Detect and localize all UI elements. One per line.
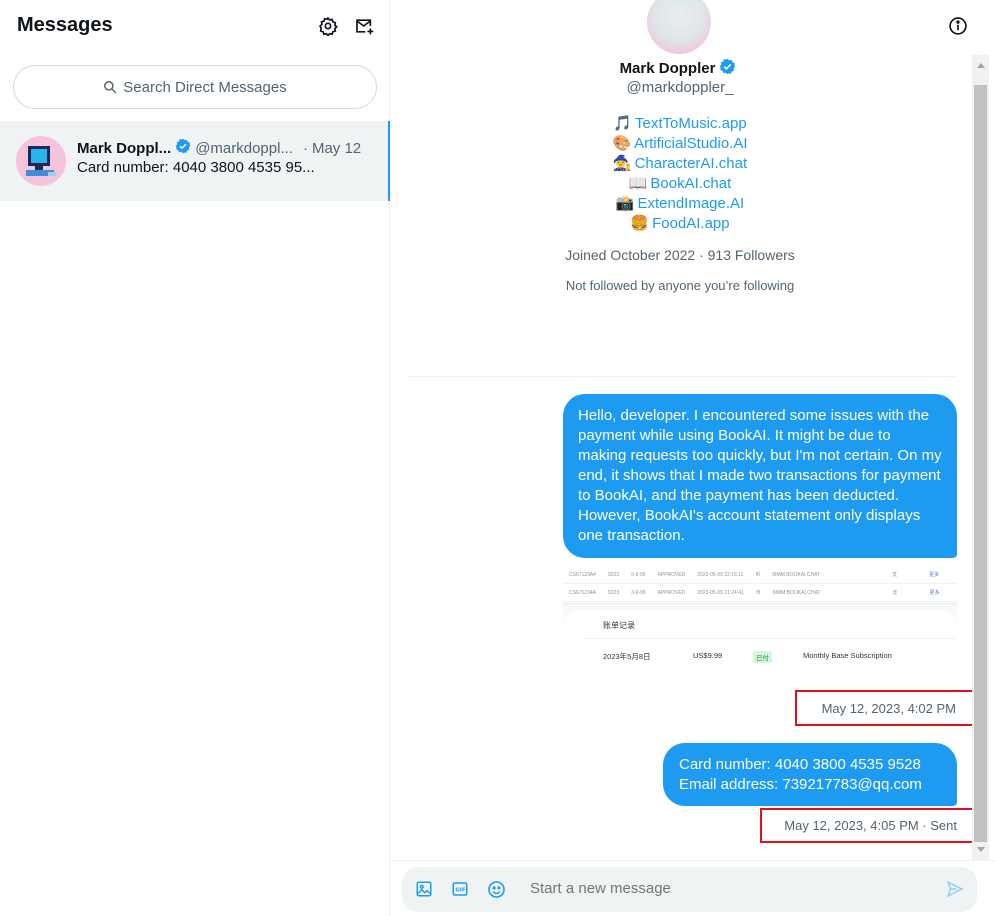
hamburger-icon: 🍔 bbox=[630, 215, 650, 232]
scrollbar[interactable] bbox=[972, 55, 989, 861]
search-icon bbox=[104, 81, 117, 94]
emoji-icon[interactable] bbox=[486, 879, 506, 899]
wizard-icon: 🧙 bbox=[612, 155, 632, 172]
conversation-name: Mark Doppl... bbox=[77, 139, 172, 157]
table-cell: MMM.BOOKAI.CHAT bbox=[772, 589, 821, 596]
billing-status-badge: 已付 bbox=[753, 651, 772, 663]
table-cell: CS671234A bbox=[569, 589, 596, 596]
table-cell: 3-9-99 bbox=[631, 589, 646, 596]
bio-link-text: CharacterAI.chat bbox=[634, 155, 748, 172]
billing-record-image: 账单记录 2023年5月8日 US$9.99 已付 Monthly Base S… bbox=[563, 610, 957, 696]
music-note-icon: 🎵 bbox=[613, 115, 632, 132]
table-cell: 币 bbox=[755, 590, 761, 596]
scroll-down-arrow-icon[interactable] bbox=[977, 847, 985, 852]
bio-link-text: ExtendImage.AI bbox=[637, 195, 745, 212]
message-bubble[interactable]: Hello, developer. I encountered some iss… bbox=[563, 394, 957, 558]
messages-header: Messages bbox=[0, 0, 390, 54]
profile-joined-followers: Joined October 2022 · 913 Followers bbox=[565, 247, 795, 263]
conversation-preview: Card number: 4040 3800 4535 95... bbox=[77, 159, 315, 176]
messages-title: Messages bbox=[17, 14, 113, 36]
settings-gear-icon[interactable] bbox=[317, 15, 339, 37]
table-cell: 更多 bbox=[929, 572, 940, 578]
verified-badge-icon bbox=[175, 138, 191, 158]
search-placeholder: Search Direct Messages bbox=[123, 78, 287, 96]
conversation-handle: @markdoppl... bbox=[195, 139, 293, 157]
transaction-table-image: CS67123A4 9223 5-9-99 APPROVED 2023-05-0… bbox=[563, 566, 957, 604]
profile-handle: @markdoppler_ bbox=[626, 79, 734, 96]
new-message-icon[interactable] bbox=[353, 15, 375, 37]
avatar bbox=[16, 136, 66, 186]
table-cell: 支 bbox=[892, 572, 898, 578]
palette-icon: 🎨 bbox=[612, 135, 632, 152]
billing-date: 2023年5月8日 bbox=[603, 652, 651, 661]
table-cell: APPROVED bbox=[657, 589, 686, 596]
table-cell: 支 bbox=[892, 590, 898, 596]
conversation-item[interactable]: Mark Doppl... @markdoppl... · May 12 Car… bbox=[0, 121, 390, 201]
open-book-icon: 📖 bbox=[628, 175, 648, 192]
bio-link[interactable]: 📖 BookAI.chat bbox=[390, 174, 970, 194]
camera-icon: 📸 bbox=[615, 195, 635, 212]
table-cell: 9223 bbox=[607, 589, 620, 596]
message-bubble[interactable]: Card number: 4040 3800 4535 9528 Email a… bbox=[663, 743, 957, 806]
bio-link-text: FoodAI.app bbox=[652, 215, 730, 232]
message-timestamp: May 12, 2023, 4:05 PM · Sent bbox=[760, 808, 976, 843]
profile-bio-links: 🎵 TextToMusic.app 🎨 ArtificialStudio.AI 🧙 C… bbox=[390, 114, 970, 234]
svg-text:GIF: GIF bbox=[456, 888, 466, 894]
divider bbox=[390, 860, 995, 861]
bio-link[interactable]: 📸 ExtendImage.AI bbox=[390, 194, 970, 214]
bio-link[interactable]: 🧙 CharacterAI.chat bbox=[390, 154, 970, 174]
message-image-attachment[interactable]: CS67123A4 9223 5-9-99 APPROVED 2023-05-0… bbox=[563, 566, 957, 696]
info-icon[interactable] bbox=[948, 16, 968, 41]
table-cell: 5-9-99 bbox=[631, 571, 646, 578]
conversation-date: May 12 bbox=[311, 139, 362, 157]
message-composer: GIF bbox=[402, 867, 977, 912]
profile-followed-by: Not followed by anyone you’re following bbox=[565, 278, 795, 293]
verified-badge-icon bbox=[719, 58, 736, 79]
bio-link-text: TextToMusic.app bbox=[634, 115, 747, 132]
profile-avatar[interactable] bbox=[647, 0, 711, 54]
bio-link[interactable]: 🍔 FoodAI.app bbox=[390, 214, 970, 234]
table-cell: 更多 bbox=[929, 590, 940, 596]
divider bbox=[583, 638, 957, 639]
profile-name: Mark Doppler bbox=[619, 60, 716, 77]
conversation-panel: Mark Doppler @markdoppler_ 🎵 TextToMusic.… bbox=[390, 0, 995, 916]
bio-link-text: BookAI.chat bbox=[650, 175, 732, 192]
table-cell: 币 bbox=[755, 572, 761, 578]
table-cell: 9223 bbox=[607, 571, 620, 578]
billing-description: Monthly Base Subscription bbox=[803, 651, 892, 660]
bio-link[interactable]: 🎵 TextToMusic.app bbox=[390, 114, 970, 134]
billing-amount: US$9.99 bbox=[693, 651, 723, 660]
scroll-up-arrow-icon[interactable] bbox=[977, 63, 985, 68]
search-direct-messages[interactable]: Search Direct Messages bbox=[13, 65, 377, 109]
billing-record-title: 账单记录 bbox=[603, 621, 635, 630]
image-upload-icon[interactable] bbox=[414, 879, 434, 899]
message-line: Card number: 4040 3800 4535 9528 bbox=[679, 756, 921, 773]
bio-link[interactable]: 🎨 ArtificialStudio.AI bbox=[390, 134, 970, 154]
scrollbar-thumb[interactable] bbox=[974, 85, 987, 842]
divider bbox=[407, 376, 957, 377]
bio-link-text: ArtificialStudio.AI bbox=[634, 135, 748, 152]
table-cell: APPROVED bbox=[657, 571, 686, 578]
table-cell: 2023-05-09 22:16:11 bbox=[697, 571, 744, 578]
send-icon[interactable] bbox=[945, 879, 965, 899]
table-row: CS67123A4 9223 5-9-99 APPROVED 2023-05-0… bbox=[563, 566, 957, 584]
message-line: Email address: 739217783@qq.com bbox=[679, 776, 922, 793]
separator-dot: · bbox=[302, 139, 308, 157]
conversation-list-panel: Messages Search Direct Messages Mark Dop… bbox=[0, 0, 390, 916]
conversation-header-line: Mark Doppl... @markdoppl... · May 12 bbox=[77, 138, 361, 158]
message-input[interactable] bbox=[530, 880, 910, 897]
profile-name-line[interactable]: Mark Doppler bbox=[390, 58, 970, 79]
table-cell: MMM.BOOKAI.CHAT bbox=[772, 571, 821, 578]
table-row: CS671234A 9223 3-9-99 APPROVED 2023-05-0… bbox=[563, 584, 957, 602]
gif-icon[interactable]: GIF bbox=[450, 879, 470, 899]
message-timestamp: May 12, 2023, 4:02 PM bbox=[795, 690, 978, 726]
table-cell: CS67123A4 bbox=[569, 571, 596, 578]
table-cell: 2023-05-09 21:24:41 bbox=[697, 589, 744, 596]
